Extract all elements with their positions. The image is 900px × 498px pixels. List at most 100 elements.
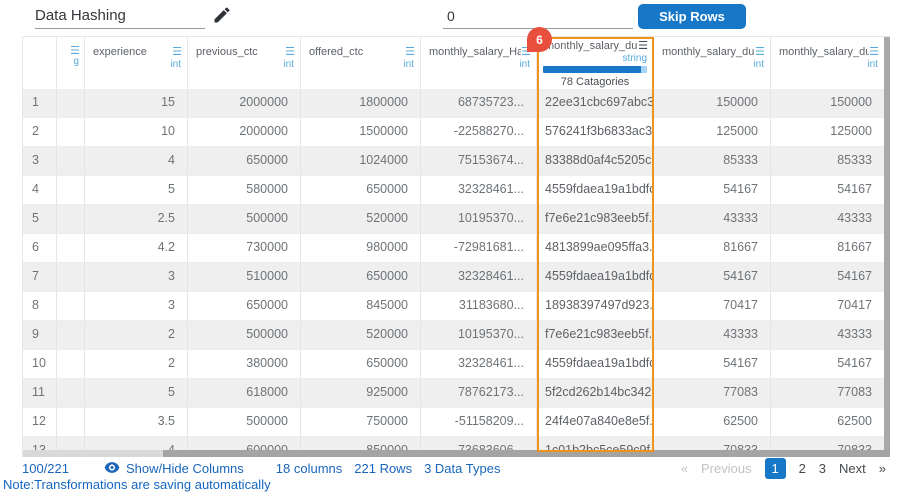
data-cell: 77083: [771, 379, 885, 407]
data-cell: -72981681...: [421, 234, 537, 262]
data-cell: 10: [85, 118, 188, 146]
column-name: previous_ctc: [196, 46, 258, 58]
data-cell: -51158209...: [421, 408, 537, 436]
data-cell: 730000: [188, 234, 301, 262]
row-number-cell: 6: [23, 234, 57, 262]
pagination-page-3[interactable]: 3: [819, 461, 826, 476]
table-row: 123.5500000750000-51158209...24f4e07a840…: [23, 408, 890, 437]
data-grid: ☰gexperience☰intprevious_ctc☰intoffered_…: [22, 36, 890, 457]
pagination-previous[interactable]: Previous: [701, 461, 752, 476]
data-cell: 10195370...: [421, 205, 537, 233]
data-cell: f7e6e21c983eeb5f...: [537, 321, 654, 349]
rows-count-stat: 221 Rows: [354, 461, 412, 476]
data-cell: 54167: [771, 263, 885, 291]
column-type-label: int: [85, 59, 187, 70]
column-menu-icon[interactable]: ☰: [869, 47, 879, 57]
column-name: offered_ctc: [309, 46, 363, 58]
data-cell: 3.5: [85, 408, 188, 436]
horizontal-scrollbar-thumb[interactable]: [163, 450, 890, 457]
data-cell: [57, 118, 85, 146]
table-row: 10238000065000032328461...4559fdaea19a1b…: [23, 350, 890, 379]
vertical-scrollbar[interactable]: [884, 37, 890, 451]
data-cell: [57, 263, 85, 291]
column-header-previous_ctc[interactable]: previous_ctc☰int: [188, 37, 301, 89]
pagination-first-icon[interactable]: «: [681, 461, 688, 476]
pagination-page-2[interactable]: 2: [799, 461, 806, 476]
data-cell: 150000: [654, 89, 771, 117]
skip-rows-input[interactable]: 0: [443, 3, 633, 29]
data-cell: 68735723...: [421, 89, 537, 117]
column-menu-icon[interactable]: ☰: [172, 47, 182, 57]
dataset-name-input[interactable]: Data Hashing: [35, 3, 205, 29]
transform-count-badge: 6: [527, 27, 552, 52]
data-cell: 78762173...: [421, 379, 537, 407]
data-cell: 43333: [771, 321, 885, 349]
table-row: 9250000052000010195370...f7e6e21c983eeb5…: [23, 321, 890, 350]
table-row: 1152000000180000068735723...22ee31cbc697…: [23, 89, 890, 118]
data-cell: 4: [85, 147, 188, 175]
column-header: [23, 37, 57, 89]
pagination-next[interactable]: Next: [839, 461, 866, 476]
data-prep-window: Data Hashing 0 Skip Rows ☰gexperience☰in…: [0, 0, 900, 498]
table-row: 11561800092500078762173...5f2cd262b14bc3…: [23, 379, 890, 408]
data-cell: 18938397497d923...: [537, 292, 654, 320]
data-cell: 510000: [188, 263, 301, 291]
data-cell: 2: [85, 350, 188, 378]
column-header-monthly_salary_du[interactable]: monthly_salary_du...☰int: [654, 37, 771, 89]
column-header-monthly_salary_du[interactable]: monthly_salary_du...☰string78 Catagories: [537, 37, 654, 89]
data-cell: 5f2cd262b14bc342...: [537, 379, 654, 407]
data-cell: 54167: [771, 176, 885, 204]
data-cell: 3: [85, 292, 188, 320]
column-header-monthly_salary_du[interactable]: monthly_salary_du...☰int: [771, 37, 885, 89]
show-hide-columns-button[interactable]: Show/Hide Columns: [104, 461, 244, 476]
data-cell: [57, 321, 85, 349]
column-type-label: int: [771, 59, 884, 70]
data-cell: [57, 234, 85, 262]
data-cell: 150000: [771, 89, 885, 117]
data-cell: 576241f3b6833ac3...: [537, 118, 654, 146]
data-cell: 54167: [654, 263, 771, 291]
data-cell: 32328461...: [421, 176, 537, 204]
pagination-last-icon[interactable]: »: [879, 461, 886, 476]
data-cell: 650000: [301, 350, 421, 378]
column-header-offered_ctc[interactable]: offered_ctc☰int: [301, 37, 421, 89]
row-number-cell: 8: [23, 292, 57, 320]
data-cell: 750000: [301, 408, 421, 436]
row-number-cell: 10: [23, 350, 57, 378]
data-cell: 1024000: [301, 147, 421, 175]
data-cell: [57, 89, 85, 117]
data-cell: 83388d0af4c5205c...: [537, 147, 654, 175]
column-name: monthly_salary_du...: [662, 46, 755, 58]
table-row: 7351000065000032328461...4559fdaea19a1bd…: [23, 263, 890, 292]
horizontal-scrollbar[interactable]: [23, 450, 890, 457]
data-cell: 1800000: [301, 89, 421, 117]
edit-pencil-icon[interactable]: [212, 5, 232, 25]
data-cell: 4559fdaea19a1bdfc...: [537, 263, 654, 291]
column-menu-icon[interactable]: ☰: [405, 47, 415, 57]
table-row: 64.2730000980000-72981681...4813899ae095…: [23, 234, 890, 263]
data-cell: 77083: [654, 379, 771, 407]
row-number-cell: 12: [23, 408, 57, 436]
data-cell: 4.2: [85, 234, 188, 262]
column-menu-icon[interactable]: ☰: [70, 46, 80, 56]
data-cell: [57, 350, 85, 378]
show-hide-columns-label: Show/Hide Columns: [126, 461, 244, 476]
column-menu-icon[interactable]: ☰: [285, 47, 295, 57]
column-header-monthly_salary_Ha[interactable]: monthly_salary_Ha...☰int: [421, 37, 537, 89]
data-cell: 1500000: [301, 118, 421, 146]
data-cell: 4813899ae095ffa3...: [537, 234, 654, 262]
column-header[interactable]: ☰g: [57, 37, 85, 89]
categories-count-label: 78 Catagories: [537, 76, 653, 88]
column-menu-icon[interactable]: ☰: [638, 41, 648, 51]
table-row: 21020000001500000-22588270...576241f3b68…: [23, 118, 890, 147]
data-cell: [57, 147, 85, 175]
data-cell: 925000: [301, 379, 421, 407]
column-menu-icon[interactable]: ☰: [755, 47, 765, 57]
data-cell: 2000000: [188, 89, 301, 117]
data-cell: 520000: [301, 321, 421, 349]
skip-rows-button[interactable]: Skip Rows: [638, 4, 746, 29]
data-cell: 5: [85, 176, 188, 204]
column-header-experience[interactable]: experience☰int: [85, 37, 188, 89]
data-cell: 4559fdaea19a1bdfc...: [537, 176, 654, 204]
pagination-page-1[interactable]: 1: [765, 458, 786, 479]
